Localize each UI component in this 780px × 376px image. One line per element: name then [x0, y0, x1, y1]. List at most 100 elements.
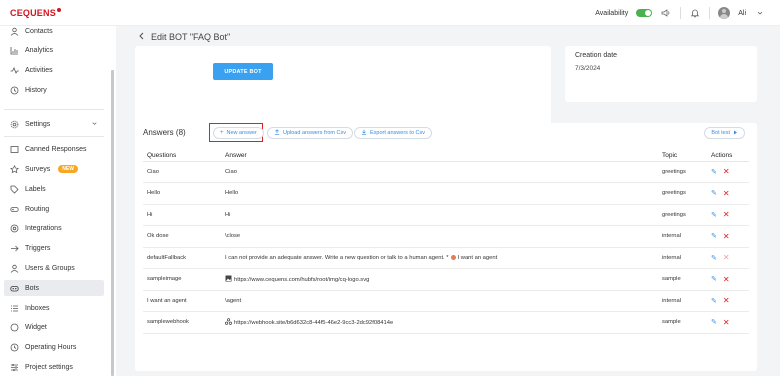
- topic-cell: sample: [658, 268, 707, 291]
- question-cell: defaultFallback: [143, 247, 221, 269]
- actions-cell: ✎ ✕: [707, 204, 749, 226]
- answer-text: https://www.cequens.com/hubfs/root/img/c…: [234, 276, 370, 283]
- creation-date-value: 7/3/2024: [575, 65, 601, 72]
- sidebar-item-surveys[interactable]: Surveys NEW: [4, 161, 104, 177]
- export-csv-button[interactable]: Export answers to Csv: [354, 127, 433, 139]
- history-icon: [10, 86, 19, 95]
- sidebar-item-label: Operating Hours: [25, 343, 77, 351]
- sidebar-item-canned-responses[interactable]: Canned Responses: [4, 141, 104, 157]
- sidebar-item-history[interactable]: History: [4, 82, 104, 98]
- table-row[interactable]: Hello Hello greetings ✎ ✕: [143, 182, 749, 205]
- plus-icon: +: [220, 130, 224, 136]
- bot-settings-card: UPDATE BOT: [135, 46, 551, 130]
- edit-icon[interactable]: ✎: [711, 189, 717, 197]
- back-chevron-icon[interactable]: [138, 32, 145, 42]
- delete-icon[interactable]: ✕: [723, 318, 730, 327]
- edit-icon[interactable]: ✎: [711, 318, 717, 326]
- sidebar-item-integrations[interactable]: Integrations: [4, 220, 104, 236]
- page-title: Edit BOT "FAQ Bot": [151, 32, 231, 42]
- avatar[interactable]: [718, 7, 731, 19]
- widget-icon: [10, 323, 19, 332]
- sidebar-item-label: Canned Responses: [25, 145, 87, 153]
- option-dot-icon: [450, 254, 456, 260]
- bot-test-label: Bot test: [711, 130, 730, 136]
- table-row[interactable]: defaultFallback I can not provide an ade…: [143, 247, 749, 269]
- sidebar-item-routing[interactable]: Routing: [4, 201, 104, 217]
- new-badge: NEW: [58, 165, 78, 173]
- sidebar-scrollbar[interactable]: [111, 70, 114, 376]
- delete-icon[interactable]: ✕: [723, 296, 730, 305]
- play-icon: [733, 130, 738, 137]
- clock-icon: [10, 343, 19, 352]
- delete-icon[interactable]: ✕: [723, 189, 730, 198]
- divider: [680, 7, 682, 19]
- integrations-icon: [10, 224, 19, 233]
- new-answer-button[interactable]: + New answer: [213, 127, 264, 139]
- edit-icon[interactable]: ✎: [711, 275, 717, 283]
- question-cell: Hi: [143, 204, 221, 226]
- delete-icon[interactable]: ✕: [723, 210, 730, 219]
- sidebar-item-inboxes[interactable]: Inboxes: [4, 300, 104, 316]
- availability-toggle[interactable]: [636, 9, 653, 17]
- sidebar-item-operating-hours[interactable]: Operating Hours: [4, 339, 104, 355]
- table-row[interactable]: samplewebhook https://webhook.site/b6d63…: [143, 311, 749, 334]
- sidebar-item-analytics[interactable]: Analytics: [4, 42, 104, 58]
- bell-icon[interactable]: [689, 7, 701, 19]
- chevron-down-icon[interactable]: [91, 120, 98, 129]
- sidebar-item-triggers[interactable]: Triggers: [4, 240, 104, 256]
- creation-date-label: Creation date: [575, 52, 618, 59]
- actions-cell: ✎ ✕: [707, 225, 749, 248]
- table-row[interactable]: sampleimage https://www.cequens.com/hubf…: [143, 268, 749, 291]
- sidebar-item-label: Triggers: [25, 244, 51, 252]
- bot-test-button[interactable]: Bot test: [704, 127, 745, 139]
- delete-icon[interactable]: ✕: [723, 167, 730, 176]
- sidebar-item-widget[interactable]: Widget: [4, 319, 104, 335]
- user-name[interactable]: Ali: [738, 10, 746, 17]
- actions-cell: ✎ ✕: [707, 311, 749, 334]
- edit-icon[interactable]: ✎: [711, 168, 717, 176]
- sidebar-item-project-settings[interactable]: Project settings: [4, 359, 104, 375]
- sidebar-divider: [4, 136, 104, 137]
- sidebar-item-contacts[interactable]: Contacts: [4, 23, 104, 39]
- question-cell: sampleimage: [143, 268, 221, 291]
- table-row[interactable]: I want an agent \agent internal ✎ ✕: [143, 290, 749, 312]
- column-header-topic[interactable]: Topic: [658, 150, 707, 162]
- column-header-answer[interactable]: Answer: [221, 150, 658, 162]
- upload-csv-button[interactable]: Upload answers from Csv: [267, 127, 353, 139]
- sidebar-item-label: Integrations: [25, 224, 62, 232]
- sidebar-item-labels[interactable]: Labels: [4, 181, 104, 197]
- chevron-down-icon[interactable]: [754, 7, 766, 19]
- top-bar-actions: Availability Ali: [595, 6, 766, 20]
- topic-cell: greetings: [658, 204, 707, 226]
- delete-icon[interactable]: ✕: [723, 232, 730, 241]
- upload-icon: [274, 129, 280, 137]
- table-row[interactable]: Ok dose \close internal ✎ ✕: [143, 225, 749, 248]
- question-cell: Ciao: [143, 161, 221, 183]
- sidebar-item-bots[interactable]: Bots: [4, 280, 104, 296]
- sidebar-item-users-groups[interactable]: Users & Groups: [4, 260, 104, 276]
- edit-icon[interactable]: ✎: [711, 232, 717, 240]
- sidebar-item-settings[interactable]: Settings: [4, 116, 104, 132]
- edit-icon[interactable]: ✎: [711, 211, 717, 219]
- question-cell: Ok dose: [143, 225, 221, 248]
- delete-icon[interactable]: ✕: [723, 253, 730, 262]
- edit-icon[interactable]: ✎: [711, 297, 717, 305]
- users-icon: [10, 264, 19, 273]
- sidebar-item-label: Bots: [25, 284, 40, 292]
- answer-cell: Hello: [221, 182, 658, 205]
- edit-icon[interactable]: ✎: [711, 254, 717, 262]
- cequens-logo[interactable]: CEQUENS: [10, 8, 61, 18]
- table-row[interactable]: Ciao Ciao greetings ✎ ✕: [143, 161, 749, 183]
- main-content: Edit BOT "FAQ Bot" UPDATE BOT Creation d…: [116, 26, 780, 376]
- topic-cell: sample: [658, 311, 707, 334]
- labels-icon: [10, 185, 19, 194]
- column-header-questions[interactable]: Questions: [143, 150, 221, 162]
- speaker-icon[interactable]: [660, 7, 672, 19]
- sidebar-item-label: Surveys: [25, 165, 51, 173]
- canned-responses-icon: [10, 145, 19, 154]
- sidebar-item-activities[interactable]: Activities: [4, 62, 104, 78]
- table-row[interactable]: Hi Hi greetings ✎ ✕: [143, 204, 749, 226]
- delete-icon[interactable]: ✕: [723, 275, 730, 284]
- topic-cell: greetings: [658, 161, 707, 183]
- update-bot-button[interactable]: UPDATE BOT: [213, 63, 273, 80]
